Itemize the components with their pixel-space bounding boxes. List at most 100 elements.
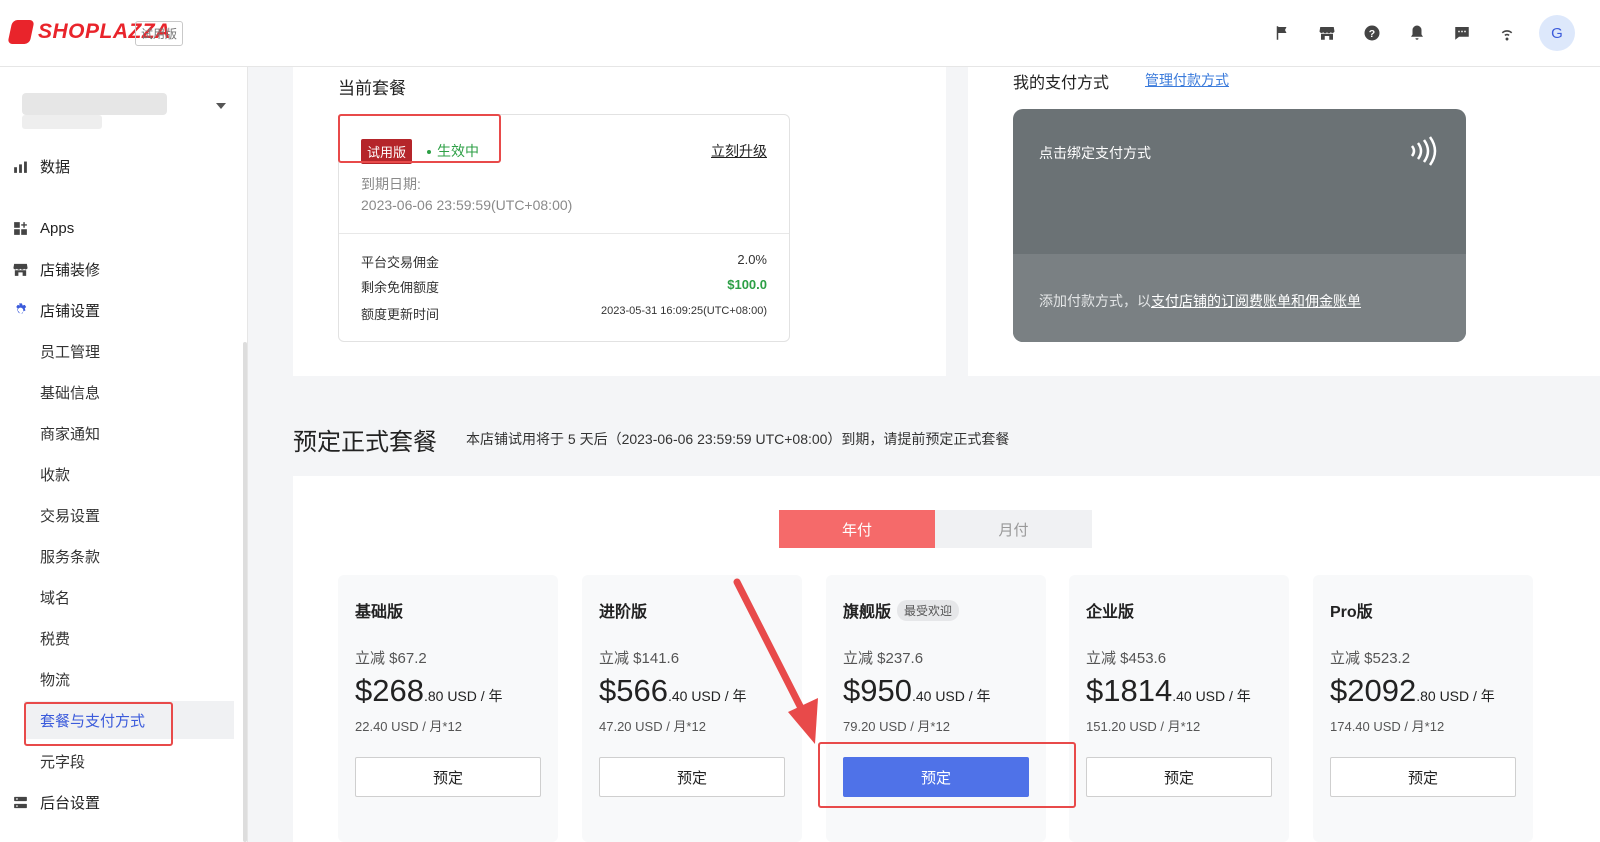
- free-quota-value: $100.0: [727, 277, 767, 292]
- sidebar-sub-domains[interactable]: 域名: [40, 578, 70, 616]
- tier-name: 基础版: [355, 598, 403, 622]
- tier-enterprise: 企业版 立减 $453.6 $1814.40 USD / 年 151.20 US…: [1069, 575, 1289, 842]
- tier-discount: 立减 $523.2: [1330, 650, 1411, 667]
- sidebar-item-label: 后台设置: [40, 794, 101, 812]
- bind-payment-card[interactable]: 点击绑定支付方式 添加付款方式，以支付店铺的订阅费账单和佣金账单: [1013, 109, 1466, 342]
- sidebar: 数据 Apps 店铺装修 店铺设置 员工管理 基础信息 商家通知 收款 交易设置…: [0, 67, 248, 842]
- contactless-icon: [1410, 136, 1437, 166]
- tier-name: 旗舰版 最受欢迎: [843, 598, 960, 622]
- quota-update-label: 额度更新时间: [361, 307, 440, 322]
- price-rest: .40 USD / 年: [1172, 688, 1251, 704]
- sidebar-sub-terms[interactable]: 服务条款: [40, 537, 100, 575]
- commission-value: 2.0%: [737, 252, 767, 267]
- store-domain-blurred: [22, 115, 102, 129]
- billing-toggle: 年付 月付: [779, 510, 1092, 548]
- sidebar-item-store-design[interactable]: 店铺装修: [0, 250, 245, 288]
- caret-down-icon: [216, 103, 226, 109]
- tier-discount: 立减 $237.6: [843, 650, 924, 667]
- tier-name: Pro版: [1330, 598, 1373, 622]
- admin-settings-icon: [11, 793, 29, 811]
- payment-hint-prefix: 添加付款方式，以: [1039, 293, 1151, 309]
- price-main: $566: [599, 673, 668, 708]
- tier-discount: 立减 $453.6: [1086, 650, 1167, 667]
- tier-monthly: 47.20 USD / 月*12: [599, 719, 706, 734]
- tier-basic: 基础版 立减 $67.2 $268.80 USD / 年 22.40 USD /…: [338, 575, 558, 842]
- sidebar-sub-shipping[interactable]: 物流: [40, 660, 70, 698]
- expiry-label: 到期日期:: [361, 176, 421, 192]
- booking-subtitle: 本店铺试用将于 5 天后（2023-06-06 23:59:59 UTC+08:…: [466, 431, 1010, 447]
- sidebar-item-data[interactable]: 数据: [0, 147, 245, 185]
- settings-gear-icon: [11, 301, 29, 319]
- tier-name-text: 旗舰版: [843, 604, 892, 621]
- sidebar-item-label: 店铺装修: [40, 261, 101, 279]
- price-rest: .40 USD / 年: [911, 688, 991, 704]
- price-main: $1814: [1086, 673, 1173, 708]
- tier-name: 企业版: [1086, 598, 1134, 622]
- sidebar-item-apps[interactable]: Apps: [0, 209, 245, 247]
- tier-monthly: 174.40 USD / 月*12: [1330, 719, 1445, 734]
- sidebar-sub-metafields[interactable]: 元字段: [40, 742, 85, 780]
- tier-price: $566.40 USD / 年: [599, 673, 747, 709]
- tier-monthly: 79.20 USD / 月*12: [843, 719, 950, 734]
- avatar[interactable]: G: [1539, 15, 1575, 51]
- upgrade-link[interactable]: 立刻升级: [711, 141, 767, 161]
- price-main: $950: [843, 673, 912, 708]
- wifi-icon[interactable]: [1484, 14, 1529, 52]
- manage-payment-link[interactable]: 管理付款方式: [1145, 70, 1229, 90]
- sidebar-item-label: 店铺设置: [40, 302, 101, 320]
- tier-discount: 立减 $141.6: [599, 650, 680, 667]
- bar-chart-icon: [11, 157, 29, 175]
- tier-price: $950.40 USD / 年: [843, 673, 991, 709]
- payment-hint-link[interactable]: 支付店铺的订阅费账单和佣金账单: [1151, 293, 1361, 309]
- highlight-box-flagship-button: [818, 742, 1076, 808]
- sidebar-sub-staff[interactable]: 员工管理: [40, 332, 100, 370]
- book-button-advanced[interactable]: 预定: [599, 757, 785, 797]
- price-rest: .80 USD / 年: [1416, 688, 1495, 704]
- tier-name: 进阶版: [599, 598, 647, 622]
- help-icon[interactable]: ?: [1349, 14, 1394, 52]
- store-icon[interactable]: [1304, 14, 1349, 52]
- book-button-pro[interactable]: 预定: [1330, 757, 1516, 797]
- price-main: $268: [355, 673, 424, 708]
- current-plan-title: 当前套餐: [338, 79, 406, 98]
- commission-label: 平台交易佣金: [361, 255, 440, 270]
- sidebar-item-store-settings[interactable]: 店铺设置: [0, 291, 245, 329]
- quota-update-value: 2023-05-31 16:09:25(UTC+08:00): [600, 305, 767, 317]
- sidebar-sub-taxes[interactable]: 税费: [40, 619, 70, 657]
- sidebar-sub-checkout[interactable]: 交易设置: [40, 496, 100, 534]
- book-button-enterprise[interactable]: 预定: [1086, 757, 1272, 797]
- sidebar-scrollbar[interactable]: [243, 342, 247, 842]
- store-name-blurred: [22, 93, 167, 115]
- sidebar-sub-payments[interactable]: 收款: [40, 455, 70, 493]
- sidebar-sub-notifications[interactable]: 商家通知: [40, 414, 100, 452]
- sidebar-sub-basic-info[interactable]: 基础信息: [40, 373, 100, 411]
- price-rest: .40 USD / 年: [667, 688, 747, 704]
- trial-tag: 试用版: [135, 21, 184, 46]
- bell-icon[interactable]: [1394, 14, 1439, 52]
- svg-text:?: ?: [1368, 28, 1374, 40]
- tier-pro: Pro版 立减 $523.2 $2092.80 USD / 年 174.40 U…: [1313, 575, 1533, 842]
- sidebar-item-admin-settings[interactable]: 后台设置: [0, 783, 245, 821]
- storefront-icon: [11, 260, 29, 278]
- flag-icon[interactable]: [1259, 14, 1304, 52]
- tier-price: $1814.40 USD / 年: [1086, 673, 1251, 709]
- payment-title: 我的支付方式: [1013, 75, 1110, 92]
- toggle-yearly[interactable]: 年付: [779, 510, 935, 548]
- tier-discount: 立减 $67.2: [355, 650, 427, 667]
- price-rest: .80 USD / 年: [423, 688, 503, 704]
- message-icon[interactable]: [1439, 14, 1484, 52]
- tier-advanced: 进阶版 立减 $141.6 $566.40 USD / 年 47.20 USD …: [582, 575, 802, 842]
- book-button-basic[interactable]: 预定: [355, 757, 541, 797]
- tier-price: $2092.80 USD / 年: [1330, 673, 1495, 709]
- sidebar-item-label: 数据: [40, 158, 71, 176]
- top-icons: ? G: [1259, 14, 1575, 52]
- apps-icon: [11, 219, 29, 237]
- highlight-box-sidebar: [24, 702, 173, 746]
- toggle-monthly[interactable]: 月付: [935, 510, 1092, 548]
- price-main: $2092: [1330, 673, 1417, 708]
- highlight-box-plan-status: [338, 114, 501, 163]
- store-selector[interactable]: [10, 89, 226, 129]
- free-quota-label: 剩余免佣额度: [361, 280, 440, 295]
- tier-monthly: 22.40 USD / 月*12: [355, 719, 462, 734]
- bind-payment-text: 点击绑定支付方式: [1039, 145, 1151, 161]
